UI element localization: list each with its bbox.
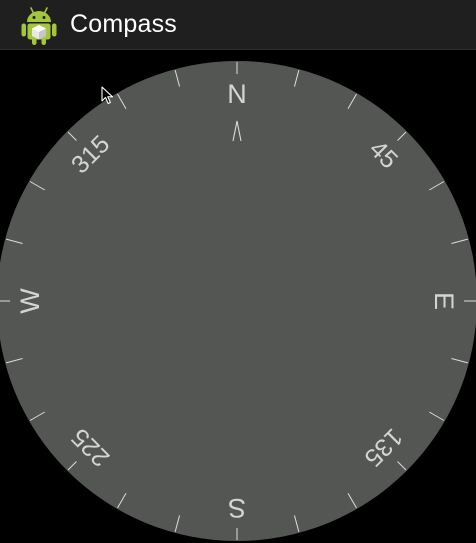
action-bar: Compass — [0, 0, 476, 50]
android-robot-icon[interactable] — [20, 4, 58, 46]
cardinal-label-w: W — [15, 288, 45, 314]
mouse-pointer-icon — [101, 86, 114, 105]
cardinal-label-e: E — [429, 292, 459, 310]
cardinal-label-n: N — [227, 79, 247, 109]
compass-app: Compass N E S W 45 135 225 315 — [0, 0, 476, 543]
cardinal-label-s: S — [228, 493, 246, 523]
app-title: Compass — [70, 10, 177, 38]
compass-area: N E S W 45 135 225 315 — [0, 50, 476, 543]
compass-dial[interactable]: NESW45135225315 — [0, 50, 476, 543]
